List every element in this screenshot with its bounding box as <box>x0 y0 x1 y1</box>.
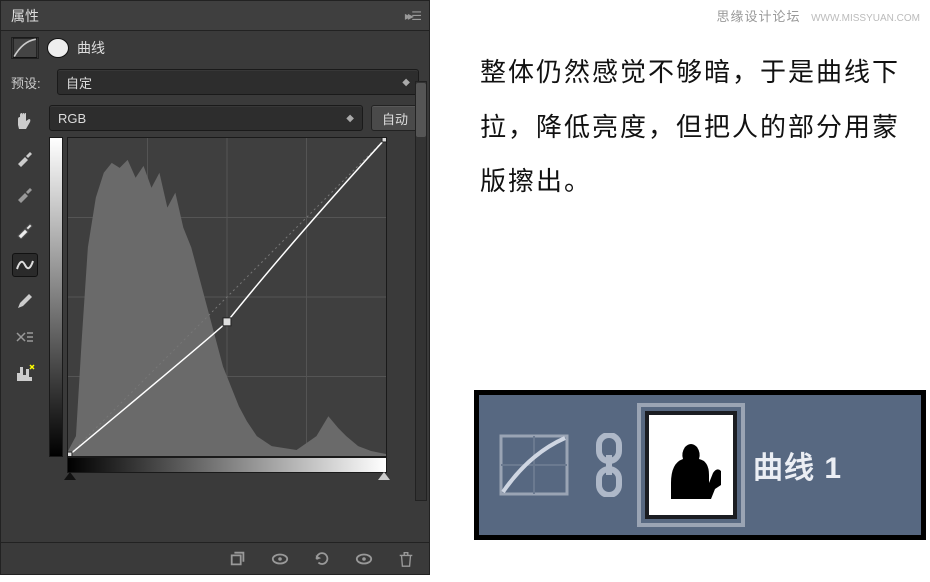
chain-link-icon[interactable] <box>589 433 629 497</box>
caret-icon: ◆ <box>402 77 410 88</box>
layer-strip[interactable]: 曲线 1 <box>474 390 926 540</box>
watermark-site: 思缘设计论坛 <box>716 9 800 24</box>
scrollbar-thumb[interactable] <box>416 83 426 137</box>
panel-title: 属性 <box>11 6 39 26</box>
description-text: 整体仍然感觉不够暗，于是曲线下拉，降低亮度，但把人的部分用蒙版擦出。 <box>480 45 900 209</box>
curves-tool-column <box>11 105 39 473</box>
panel-scrollbar[interactable] <box>415 81 427 501</box>
watermark: 思缘设计论坛 WWW.MISSYUAN.COM <box>716 6 920 25</box>
curve-line[interactable] <box>68 138 386 456</box>
toggle-visibility-icon[interactable] <box>353 549 375 569</box>
trash-icon[interactable] <box>395 549 417 569</box>
watermark-url: WWW.MISSYUAN.COM <box>811 13 920 24</box>
preset-row: 预设: 自定 ◆ <box>1 65 429 99</box>
layer-mask-thumbnail[interactable] <box>649 415 733 515</box>
curves-main-row: RGB ◆ 自动 <box>1 99 429 473</box>
preset-select[interactable]: 自定 ◆ <box>57 69 419 95</box>
adjustment-title-row: 曲线 <box>1 31 429 65</box>
black-point-slider[interactable] <box>64 472 76 480</box>
input-gradient[interactable] <box>67 457 387 473</box>
mask-thumbnail-icon[interactable] <box>47 38 69 58</box>
hand-tool-icon[interactable] <box>12 109 38 133</box>
reset-icon[interactable] <box>311 549 333 569</box>
layer-curves-icon <box>499 434 569 496</box>
curves-icon[interactable] <box>11 37 39 59</box>
white-eyedropper-icon[interactable] <box>12 217 38 241</box>
properties-panel: 属性 ▸▸ ☰ 曲线 预设: 自定 ◆ RGB <box>0 0 430 575</box>
auto-button[interactable]: 自动 <box>371 105 419 131</box>
pencil-icon[interactable] <box>12 289 38 313</box>
smooth-icon[interactable] <box>12 325 38 349</box>
histogram-clip-icon[interactable] <box>12 361 38 385</box>
panel-header: 属性 ▸▸ ☰ <box>1 1 429 31</box>
smooth-curve-icon[interactable] <box>12 253 38 277</box>
channel-value: RGB <box>58 111 86 126</box>
preset-label: 预设: <box>11 73 51 92</box>
adjustment-label: 曲线 <box>77 38 105 58</box>
white-point-slider[interactable] <box>378 472 390 480</box>
clip-to-layer-icon[interactable] <box>227 549 249 569</box>
channel-select[interactable]: RGB ◆ <box>49 105 363 131</box>
curves-graph[interactable] <box>67 137 387 457</box>
black-eyedropper-icon[interactable] <box>12 145 38 169</box>
panel-menu-icon[interactable]: ▸▸ ☰ <box>405 9 419 23</box>
caret-icon: ◆ <box>346 113 354 124</box>
output-gradient <box>49 137 63 457</box>
gray-eyedropper-icon[interactable] <box>12 181 38 205</box>
layer-name[interactable]: 曲线 1 <box>753 443 842 487</box>
curves-graph-column: RGB ◆ 自动 <box>49 105 419 473</box>
preset-value: 自定 <box>66 73 92 92</box>
panel-footer <box>1 542 429 574</box>
view-previous-icon[interactable] <box>269 549 291 569</box>
